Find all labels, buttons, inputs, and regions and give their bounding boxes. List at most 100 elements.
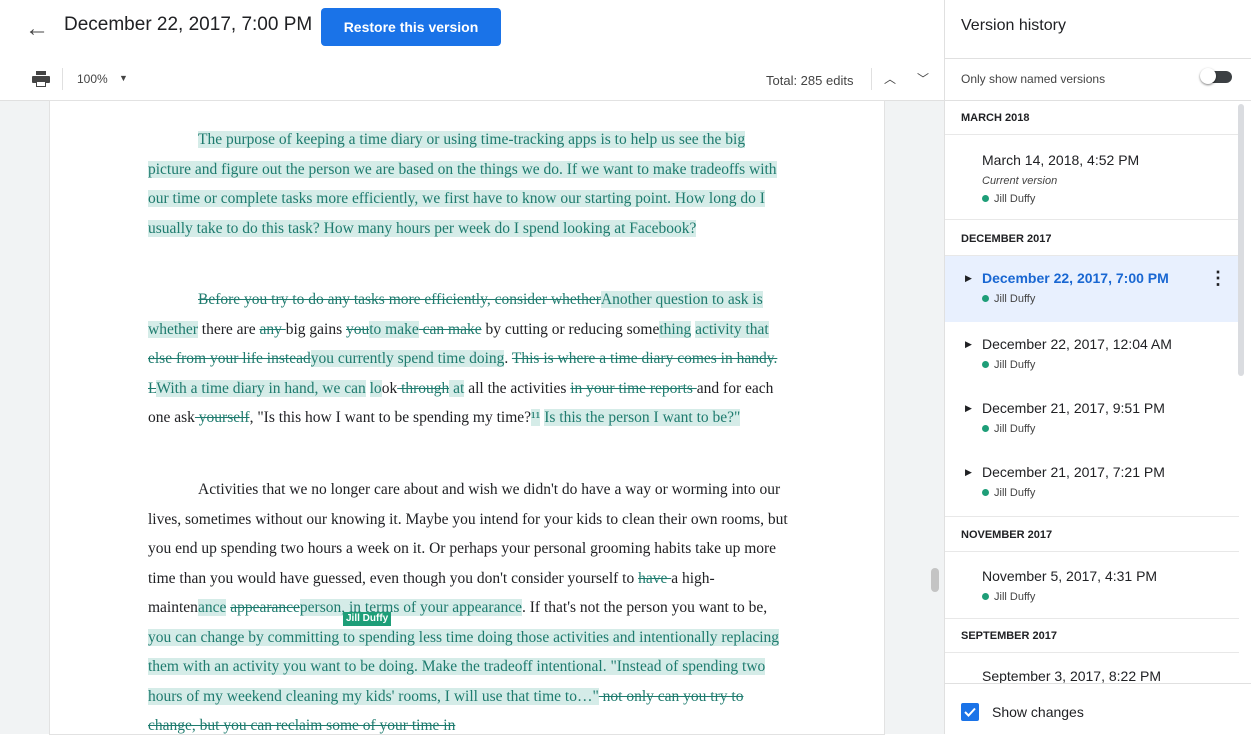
month-heading: SEPTEMBER 2017 <box>961 630 1057 642</box>
next-edit-chevron-down-icon[interactable]: ﹀ <box>915 70 931 86</box>
document-scrollbar[interactable] <box>931 568 939 592</box>
restore-version-button[interactable]: Restore this version <box>321 8 501 46</box>
zoom-select[interactable]: 100% <box>77 72 108 86</box>
version-item[interactable]: ▶ December 21, 2017, 9:51 PM Jill Duffy <box>945 386 1239 450</box>
version-timestamp: December 22, 2017, 12:04 AM <box>982 336 1172 352</box>
collaborator-cursor-label: Jill Duffy <box>343 612 392 626</box>
deleted-text: in your time reports <box>570 379 697 397</box>
divider <box>945 516 1239 517</box>
inserted-text: Is this the person I want to be?" <box>544 409 741 426</box>
expand-triangle-icon[interactable]: ▶ <box>965 467 972 478</box>
deleted-text: any <box>259 320 286 338</box>
author-color-dot <box>982 361 989 368</box>
text: big gains <box>285 320 346 338</box>
toolbar: 100% ▼ Total: 285 edits ︿ ﹀ <box>0 58 944 101</box>
deleted-text: can make <box>418 320 482 338</box>
inserted-text: ance <box>197 599 227 616</box>
author-name: Jill Duffy <box>994 423 1036 435</box>
inserted-text: person, in terms of your appearance <box>299 599 522 616</box>
show-changes-bar: Show changes <box>945 683 1251 735</box>
print-icon[interactable] <box>32 71 50 87</box>
version-item[interactable]: September 3, 2017, 8:22 PM <box>945 653 1239 683</box>
month-heading: DECEMBER 2017 <box>961 233 1052 245</box>
deleted-text: through <box>397 379 450 397</box>
version-item[interactable]: ▶ December 22, 2017, 12:04 AM Jill Duffy <box>945 322 1239 386</box>
deleted-text: yourself <box>194 409 250 426</box>
paragraph-3: Activities that we no longer care about … <box>148 475 788 734</box>
author-name: Jill Duffy <box>994 293 1036 305</box>
document-page: The purpose of keeping a time diary or u… <box>50 101 884 734</box>
expand-triangle-icon[interactable]: ▶ <box>965 339 972 350</box>
toolbar-divider <box>871 68 872 90</box>
divider <box>945 58 1251 59</box>
author-color-dot <box>982 425 989 432</box>
version-timestamp: December 22, 2017, 7:00 PM <box>982 270 1169 286</box>
text: all the activities <box>464 379 571 397</box>
paragraph-1: The purpose of keeping a time diary or u… <box>148 125 788 243</box>
author-color-dot <box>982 489 989 496</box>
chevron-down-icon[interactable]: ▼ <box>119 73 128 83</box>
expand-triangle-icon[interactable]: ▶ <box>965 403 972 414</box>
inserted-text: at <box>449 379 465 397</box>
toolbar-divider <box>62 68 63 90</box>
version-item[interactable]: March 14, 2018, 4:52 PM Current version … <box>945 135 1239 219</box>
version-list-scrollbar[interactable] <box>1238 104 1244 376</box>
text: there are <box>197 320 260 338</box>
total-edits-label: Total: 285 edits <box>766 73 854 88</box>
version-title: December 22, 2017, 7:00 PM <box>64 14 313 35</box>
version-item[interactable]: November 5, 2017, 4:31 PM Jill Duffy <box>945 552 1239 618</box>
named-versions-toggle[interactable] <box>1200 68 1234 85</box>
panel-title: Version history <box>961 17 1066 34</box>
version-timestamp: November 5, 2017, 4:31 PM <box>982 568 1158 584</box>
version-item-selected[interactable]: ▶ December 22, 2017, 7:00 PM Jill Duffy … <box>945 256 1239 322</box>
version-author: Jill Duffy <box>982 591 1035 603</box>
version-history-panel: Version history Only show named versions… <box>944 0 1251 735</box>
version-author: Jill Duffy <box>982 359 1035 371</box>
inserted-text: to make <box>369 320 419 338</box>
checkmark-icon <box>964 707 976 717</box>
deleted-text: Before you try to do any tasks more effi… <box>198 291 601 308</box>
previous-edit-chevron-up-icon[interactable]: ︿ <box>882 70 898 86</box>
inserted-text: The purpose of keeping a time diary or u… <box>148 131 777 237</box>
expand-triangle-icon[interactable]: ▶ <box>965 273 972 284</box>
current-version-label: Current version <box>982 175 1058 187</box>
version-item[interactable]: ▶ December 21, 2017, 7:21 PM Jill Duffy <box>945 450 1239 516</box>
month-heading: MARCH 2018 <box>961 112 1030 124</box>
author-name: Jill Duffy <box>994 487 1036 499</box>
text: , "Is this how I want to be spending my … <box>249 409 532 426</box>
back-arrow-icon[interactable]: ← <box>24 16 50 42</box>
author-color-dot <box>982 593 989 600</box>
version-timestamp: September 3, 2017, 8:22 PM <box>982 668 1161 683</box>
text: . If that's not the person you want to b… <box>522 599 768 616</box>
text: ok <box>381 379 398 397</box>
author-color-dot <box>982 295 989 302</box>
deleted-text: you <box>346 320 370 338</box>
month-heading: NOVEMBER 2017 <box>961 529 1053 541</box>
text: . <box>504 350 512 367</box>
inserted-text: activity that <box>695 320 769 338</box>
deleted-text: appearance <box>230 599 300 616</box>
version-author: Jill Duffy <box>982 293 1035 305</box>
author-color-dot <box>982 195 989 202</box>
inserted-text: With a time diary in hand, we can <box>156 379 366 397</box>
author-name: Jill Duffy <box>994 193 1036 205</box>
divider <box>945 219 1239 220</box>
inserted-text: lo <box>369 379 382 397</box>
divider <box>945 618 1239 619</box>
version-author: Jill Duffy <box>982 487 1035 499</box>
named-versions-label: Only show named versions <box>961 72 1106 86</box>
top-bar: ← December 22, 2017, 7:00 PM Restore thi… <box>0 0 944 59</box>
more-options-icon[interactable]: ⋮ <box>1209 268 1227 289</box>
paragraph-2: Before you try to do any tasks more effi… <box>148 285 788 433</box>
show-changes-checkbox[interactable] <box>961 703 979 721</box>
version-timestamp: March 14, 2018, 4:52 PM <box>982 152 1140 168</box>
version-author: Jill Duffy <box>982 193 1035 205</box>
show-changes-label[interactable]: Show changes <box>992 704 1084 720</box>
version-timestamp: December 21, 2017, 7:21 PM <box>982 464 1165 480</box>
author-name: Jill Duffy <box>994 359 1036 371</box>
version-author: Jill Duffy <box>982 423 1035 435</box>
deleted-text: have <box>638 569 672 587</box>
inserted-text: thing <box>659 320 692 338</box>
footnote-marker: ¹¹ <box>531 409 541 426</box>
deleted-text: else from your life instead <box>148 350 311 367</box>
